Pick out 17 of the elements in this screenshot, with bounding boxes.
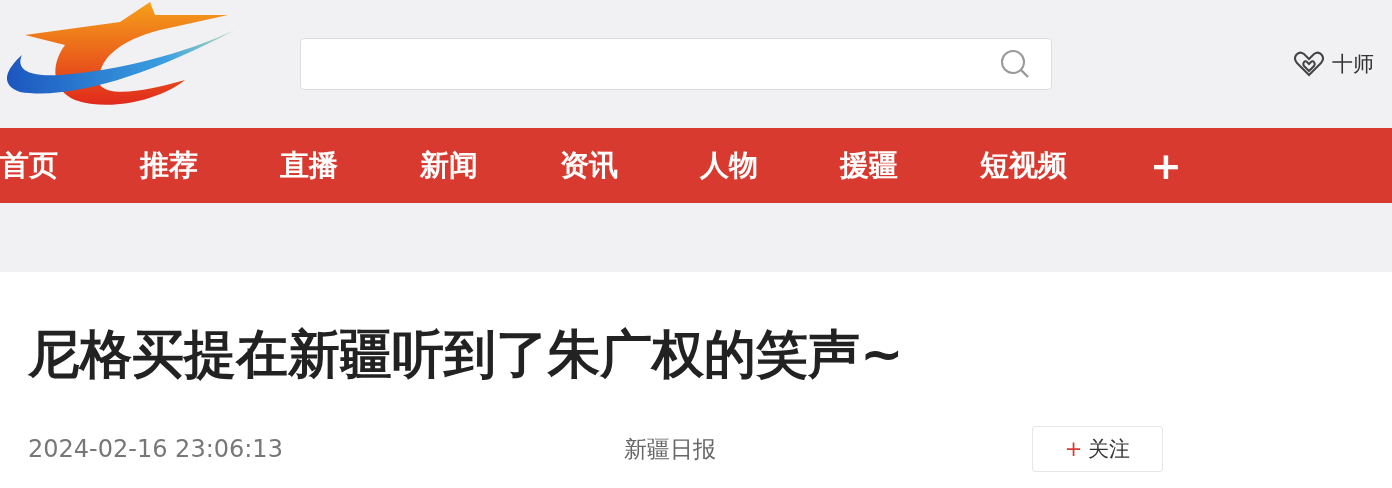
- more-button[interactable]: +: [1150, 146, 1182, 185]
- heart-icon[interactable]: [1294, 51, 1324, 77]
- article-source[interactable]: 新疆日报: [624, 433, 1032, 465]
- follow-button[interactable]: + 关注: [1032, 426, 1163, 472]
- publish-time: 2024-02-16 23:06:13: [28, 435, 284, 463]
- nav-link[interactable]: 新闻: [420, 145, 560, 186]
- nav-link[interactable]: 资讯: [560, 145, 700, 186]
- nav-link[interactable]: 直播: [280, 145, 420, 186]
- article-title: 尼格买提在新疆听到了朱广权的笑声~: [28, 323, 905, 386]
- nav-link[interactable]: 人物: [700, 145, 840, 186]
- nav-link[interactable]: 推荐: [140, 145, 280, 186]
- user-link[interactable]: 十师: [1332, 50, 1374, 78]
- nav-link[interactable]: 首页: [0, 145, 140, 186]
- nav-link[interactable]: 援疆: [840, 145, 980, 186]
- search-field[interactable]: [300, 38, 1052, 90]
- search-icon[interactable]: [999, 48, 1031, 80]
- nav-link[interactable]: 短视频: [980, 145, 1120, 186]
